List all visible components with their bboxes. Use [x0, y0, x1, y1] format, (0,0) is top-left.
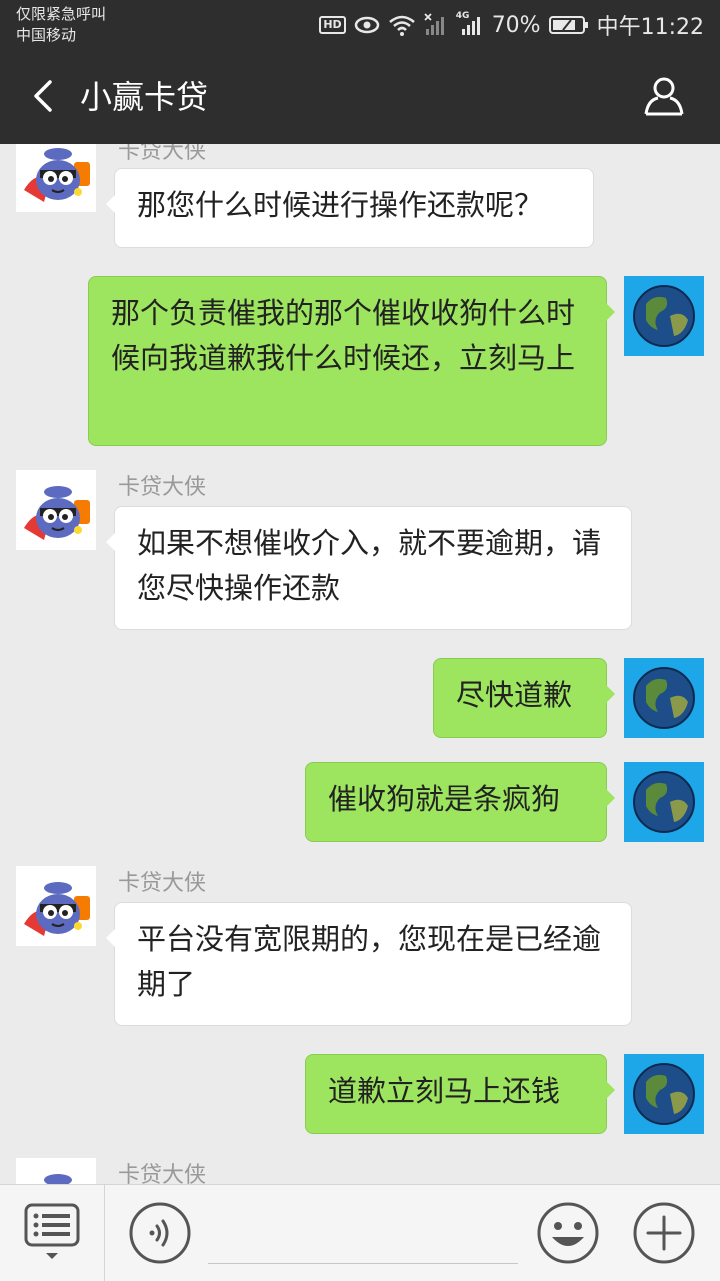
- emergency-call-text: 仅限紧急呼叫: [16, 5, 107, 23]
- message-bubble-received[interactable]: 平台没有宽限期的，您现在是已经逾期了: [106, 902, 632, 1026]
- eye-icon: [354, 16, 379, 34]
- chevron-left-icon[interactable]: [26, 76, 66, 116]
- clock: 中午11:22: [596, 15, 704, 40]
- message-bubble-sent[interactable]: 催收狗就是条疯狗: [305, 762, 615, 842]
- globe-icon: [624, 658, 704, 738]
- message-bubble-sent[interactable]: 那个负责催我的那个催收收狗什么时候向我道歉我什么时候还，立刻马上: [88, 276, 615, 446]
- carrier-name: 中国移动: [16, 26, 77, 44]
- bot-avatar[interactable]: [16, 866, 96, 946]
- person-icon[interactable]: [642, 74, 686, 118]
- battery-percent: 70%: [491, 12, 541, 38]
- signal-4g-icon: 4G: [456, 11, 484, 37]
- user-avatar[interactable]: [624, 762, 704, 842]
- sender-name: 卡贷大侠: [118, 144, 207, 164]
- bot-avatar[interactable]: [16, 470, 96, 550]
- title-bar: 小赢卡贷: [0, 50, 720, 144]
- divider: [104, 1185, 105, 1281]
- user-avatar[interactable]: [624, 658, 704, 738]
- sender-name: 卡贷大侠: [118, 871, 207, 896]
- mascot-icon: [44, 1174, 72, 1184]
- plus-icon[interactable]: [632, 1201, 696, 1265]
- wifi-icon: [388, 15, 415, 36]
- globe-icon: [624, 276, 704, 356]
- sender-name: 卡贷大侠: [118, 1163, 207, 1184]
- page-title: 小赢卡贷: [80, 78, 209, 116]
- mascot-icon: [24, 148, 90, 202]
- hd-icon: HD: [319, 16, 346, 34]
- chat-area[interactable]: 卡贷大侠 那您什么时候进行操作还款呢？ 那个负责催我的那个催收收狗什么时候向我道…: [0, 144, 720, 1184]
- user-avatar[interactable]: [624, 1054, 704, 1134]
- voice-icon[interactable]: [128, 1201, 192, 1265]
- input-bar: [0, 1184, 720, 1281]
- signal-x-icon: [424, 13, 444, 35]
- carrier-info: 仅限紧急呼叫 中国移动: [16, 4, 106, 46]
- globe-icon: [624, 1054, 704, 1134]
- battery-icon: [548, 16, 588, 34]
- mascot-icon: [24, 486, 90, 540]
- status-bar: 仅限紧急呼叫 中国移动 HD 4G 70% 中午11:22: [0, 0, 720, 50]
- message-bubble-received[interactable]: 那您什么时候进行操作还款呢？: [106, 168, 594, 248]
- message-bubble-sent[interactable]: 道歉立刻马上还钱: [305, 1054, 615, 1134]
- message-input[interactable]: [208, 1263, 518, 1264]
- sender-name: 卡贷大侠: [118, 475, 207, 500]
- smiley-icon[interactable]: [536, 1201, 600, 1265]
- status-icons: HD 4G 70% 中午11:22: [319, 10, 704, 40]
- bot-avatar[interactable]: [16, 144, 96, 212]
- globe-icon: [624, 762, 704, 842]
- message-bubble-received[interactable]: 如果不想催收介入，就不要逾期，请您尽快操作还款: [106, 506, 632, 630]
- list-menu-icon[interactable]: [22, 1201, 82, 1261]
- mascot-icon: [24, 882, 90, 936]
- bot-avatar[interactable]: [16, 1158, 96, 1184]
- message-bubble-sent[interactable]: 尽快道歉: [433, 658, 615, 738]
- user-avatar[interactable]: [624, 276, 704, 356]
